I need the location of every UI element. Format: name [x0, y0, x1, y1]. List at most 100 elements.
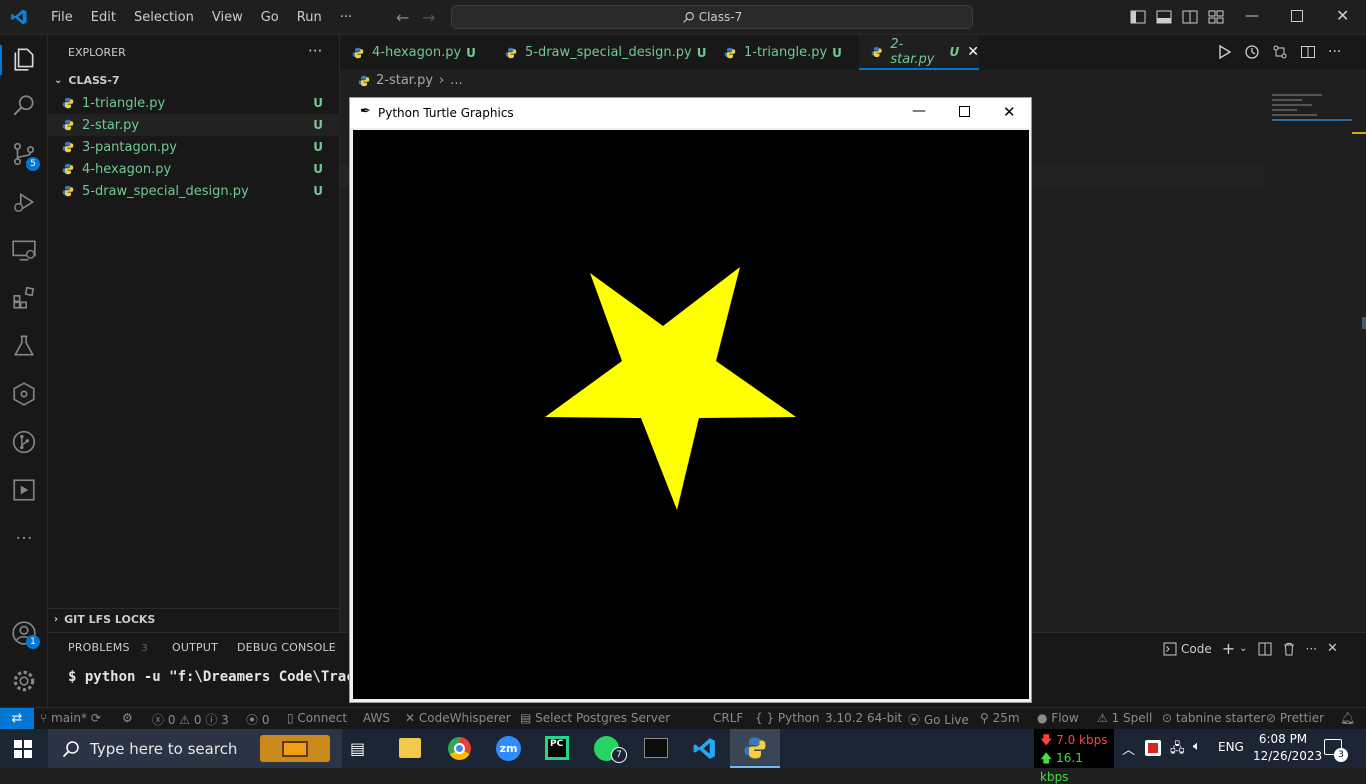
breadcrumb-file[interactable]: 2-star.py — [376, 73, 433, 88]
compare-changes-icon[interactable] — [1272, 44, 1288, 60]
tab-triangle[interactable]: 1-triangle.py U — [724, 35, 842, 70]
panel-more-icon[interactable]: ··· — [1306, 642, 1317, 656]
back-arrow-icon[interactable]: ← — [396, 8, 409, 27]
network-icon[interactable]: 🖧︎ — [1170, 739, 1185, 761]
split-terminal-icon[interactable] — [1258, 642, 1272, 656]
folder-header[interactable]: ⌄ CLASS-7 — [48, 69, 340, 91]
tab-hexagon[interactable]: 4-hexagon.py U — [352, 35, 476, 70]
editor-more-icon[interactable]: ··· — [1328, 44, 1341, 60]
testing-icon[interactable] — [10, 333, 38, 361]
chevron-down-icon[interactable]: ⌄ — [1239, 643, 1247, 654]
breadcrumb-symbols[interactable]: ... — [450, 73, 462, 88]
explorer-icon[interactable] — [10, 46, 38, 74]
aws-status[interactable]: AWS — [363, 711, 390, 725]
file-item-1[interactable]: 1-triangle.py U — [48, 92, 340, 114]
settings-gear-icon[interactable] — [10, 668, 38, 696]
menu-edit[interactable]: Edit — [82, 10, 125, 25]
eol-status[interactable]: CRLF — [713, 711, 743, 725]
codewhisperer-status[interactable]: ✕ CodeWhisperer — [405, 711, 511, 725]
new-terminal-icon[interactable]: + — [1222, 639, 1235, 658]
forward-arrow-icon[interactable]: → — [422, 8, 435, 27]
chrome-icon[interactable] — [448, 737, 471, 760]
run-debug-icon[interactable] — [10, 189, 38, 217]
turtle-title-bar[interactable]: ✒ Python Turtle Graphics — ✕ — [350, 98, 1031, 128]
close-window-icon[interactable]: ✕ — [1336, 6, 1349, 25]
tabnine-status[interactable]: ⊙ tabnine starter — [1162, 711, 1266, 725]
restore-icon[interactable] — [1291, 10, 1303, 22]
run-file-icon[interactable] — [1218, 44, 1232, 60]
git-lfs-header[interactable]: › GIT LFS LOCKS — [48, 608, 340, 630]
panel-tab-debug-console[interactable]: DEBUG CONSOLE — [237, 641, 336, 654]
terminal-name[interactable]: Code — [1181, 642, 1212, 656]
volume-icon[interactable]: 🔈︎ — [1193, 739, 1201, 754]
sidebar-more-icon[interactable]: ··· — [308, 42, 322, 60]
language-indicator[interactable]: ENG — [1218, 740, 1244, 754]
tab-special-design[interactable]: 5-draw_special_design.py U — [505, 35, 706, 70]
flow-status[interactable]: ● Flow — [1037, 711, 1079, 725]
clock[interactable]: 6:08 PM 12/26/2023 — [1253, 731, 1322, 765]
prettier-status[interactable]: ⊘ Prettier — [1266, 711, 1324, 725]
task-view-icon[interactable]: ▤ — [350, 739, 365, 758]
python-taskbar-active[interactable] — [730, 729, 780, 768]
notifications-bell-icon[interactable]: 🔔︎ — [1340, 711, 1355, 725]
customize-layout-icon[interactable] — [1208, 10, 1224, 24]
acrobat-tray-icon[interactable] — [1145, 740, 1161, 756]
panel-tab-output[interactable]: OUTPUT — [172, 641, 218, 654]
language-status[interactable]: { } Python — [755, 711, 820, 725]
interpreter-status[interactable]: 3.10.2 64-bit — [825, 711, 902, 725]
git-graph-icon[interactable] — [10, 429, 38, 457]
zoom-icon[interactable]: zm — [496, 736, 521, 761]
menu-selection[interactable]: Selection — [125, 10, 203, 25]
file-item-5[interactable]: 5-draw_special_design.py U — [48, 180, 340, 202]
file-item-2[interactable]: 2-star.py U — [48, 114, 340, 136]
extensions-icon[interactable] — [10, 285, 38, 313]
turtle-maximize-icon[interactable] — [959, 106, 970, 117]
terminal-output[interactable]: $ python -u "f:\Dreamers Code\Track — [68, 669, 363, 685]
toggle-secondary-sidebar-icon[interactable] — [1182, 10, 1198, 24]
pycharm-icon[interactable]: PC — [545, 736, 569, 760]
connect-status[interactable]: ▯ Connect — [287, 711, 347, 725]
vscode-taskbar-icon[interactable] — [692, 736, 717, 765]
terminal-app-icon[interactable] — [644, 738, 668, 758]
timeline-icon[interactable] — [1244, 44, 1260, 60]
media-player-icon[interactable] — [10, 477, 38, 505]
toggle-primary-sidebar-icon[interactable] — [1130, 10, 1146, 24]
split-editor-icon[interactable] — [1300, 44, 1316, 60]
problems-status[interactable]: ⓧ 0 ⚠ 0 ⓘ 3 — [152, 711, 229, 728]
remote-explorer-icon[interactable] — [10, 237, 38, 265]
menu-view[interactable]: View — [203, 10, 252, 25]
ports-status[interactable]: ⦿ 0 — [246, 711, 269, 728]
turtle-canvas[interactable] — [353, 130, 1029, 699]
minimap[interactable] — [1272, 92, 1352, 132]
tab-star-active[interactable]: 2-star.py U ✕ — [859, 35, 979, 70]
menu-file[interactable]: File — [42, 10, 82, 25]
file-item-4[interactable]: 4-hexagon.py U — [48, 158, 340, 180]
command-center-search[interactable]: Class-7 — [451, 5, 973, 29]
panel-tab-problems[interactable]: PROBLEMS 3 — [68, 641, 148, 654]
close-panel-icon[interactable]: ✕ — [1327, 641, 1338, 656]
file-explorer-icon[interactable] — [399, 738, 421, 758]
time-tracker-status[interactable]: ⚲ 25m — [980, 711, 1020, 725]
taskbar-search-box[interactable]: Type here to search — [48, 729, 342, 768]
menu-run[interactable]: Run — [288, 10, 331, 25]
turtle-close-icon[interactable]: ✕ — [1003, 103, 1016, 121]
tab-close-icon[interactable]: ✕ — [967, 44, 979, 60]
postgres-status[interactable]: ▤ Select Postgres Server — [520, 711, 670, 725]
remote-indicator-icon[interactable]: ⇄ — [0, 708, 34, 730]
windows-start-icon[interactable] — [14, 740, 32, 762]
menu-more[interactable]: ··· — [331, 10, 361, 25]
menu-go[interactable]: Go — [252, 10, 288, 25]
branch-status[interactable]: ⑂ main* ⟳ — [40, 711, 101, 725]
turtle-minimize-icon[interactable]: — — [912, 103, 926, 119]
spell-status[interactable]: ⚠ 1 Spell — [1097, 711, 1152, 725]
search-icon[interactable] — [10, 93, 38, 121]
scrollbar-thumb[interactable] — [1362, 317, 1366, 329]
chevron-up-icon[interactable]: ︿ — [1122, 739, 1135, 758]
more-views-icon[interactable]: ··· — [10, 525, 38, 553]
minimize-icon[interactable]: — — [1245, 8, 1259, 24]
sync-icon[interactable]: ⚙ — [122, 711, 133, 725]
go-live-status[interactable]: ⦿ Go Live — [908, 711, 969, 728]
trash-icon[interactable] — [1282, 642, 1296, 656]
gitlens-icon[interactable] — [10, 381, 38, 409]
toggle-panel-icon[interactable] — [1156, 10, 1172, 24]
